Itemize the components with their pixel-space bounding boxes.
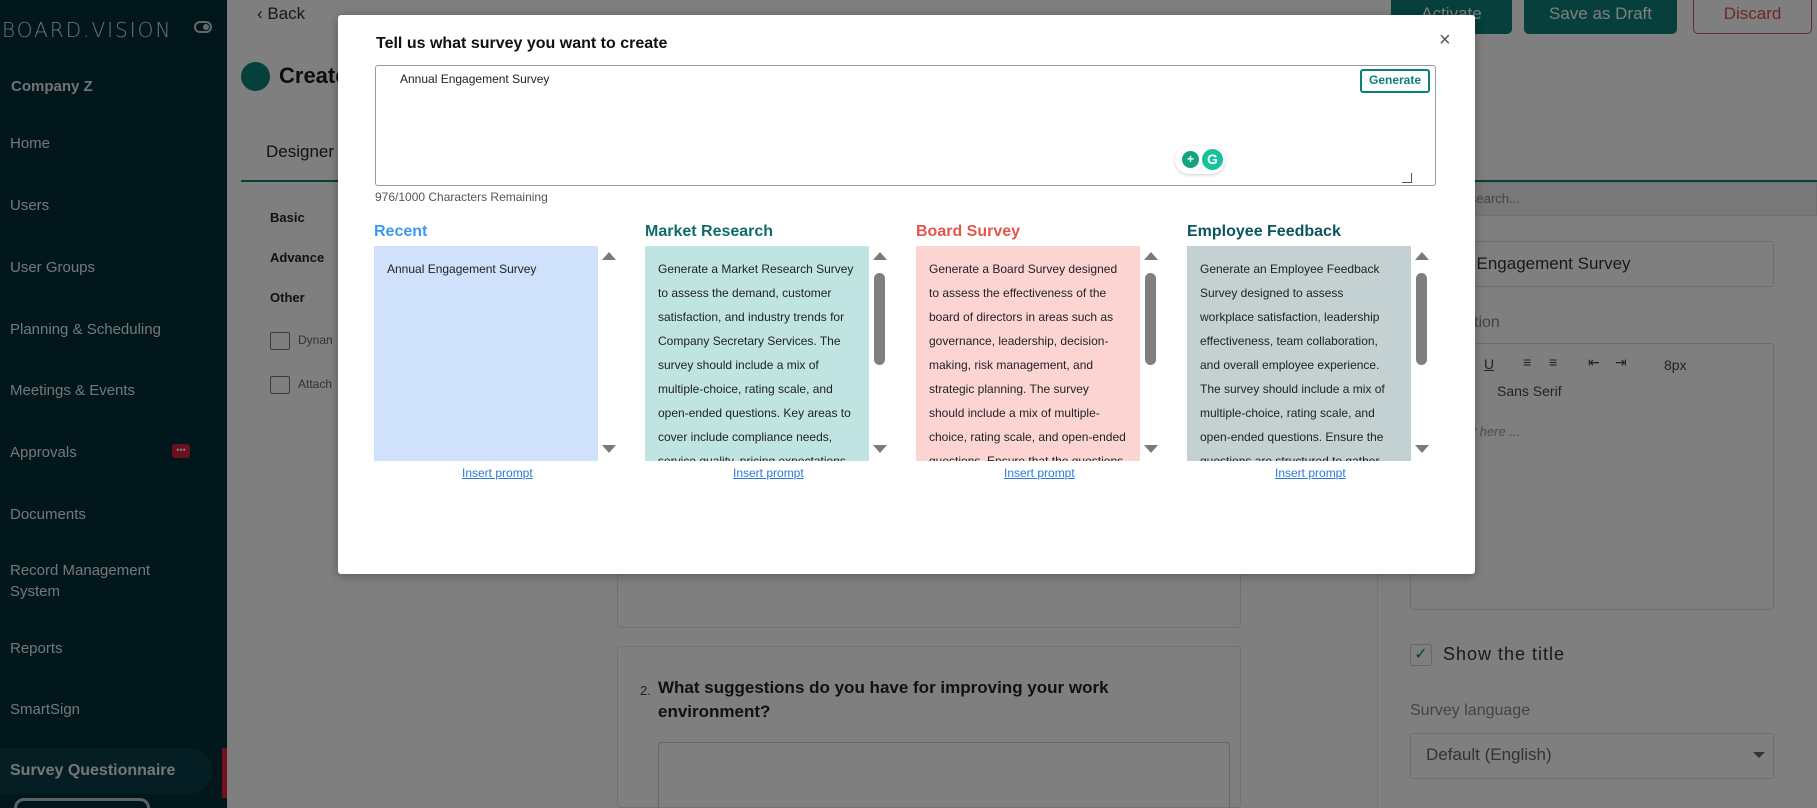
column-title-board-survey: Board Survey	[916, 223, 1021, 240]
scrollbar[interactable]	[1411, 246, 1433, 461]
scrollbar[interactable]	[1140, 246, 1162, 461]
scroll-up-icon[interactable]	[1144, 252, 1158, 260]
scroll-down-icon[interactable]	[602, 445, 616, 453]
column-title-employee-feedback: Employee Feedback	[1187, 223, 1341, 240]
scroll-down-icon[interactable]	[1415, 445, 1429, 453]
prompt-value: Annual Engagement Survey	[400, 72, 550, 86]
prompt-card-recent[interactable]: Annual Engagement Survey	[374, 246, 598, 461]
insert-prompt-link[interactable]: Insert prompt	[733, 466, 804, 480]
insert-prompt-link[interactable]: Insert prompt	[1275, 466, 1346, 480]
modal-title: Tell us what survey you want to create	[376, 35, 668, 52]
grammarly-widget[interactable]: + G	[1175, 146, 1225, 174]
resize-handle-icon[interactable]	[1402, 173, 1412, 183]
scroll-up-icon[interactable]	[1415, 252, 1429, 260]
scroll-down-icon[interactable]	[1144, 445, 1158, 453]
prompt-card-board-survey[interactable]: Generate a Board Survey designed to asse…	[916, 246, 1140, 461]
close-icon[interactable]: ×	[1439, 30, 1451, 50]
prompt-card-market-research[interactable]: Generate a Market Research Survey to ass…	[645, 246, 869, 461]
insert-prompt-link[interactable]: Insert prompt	[1004, 466, 1075, 480]
scroll-thumb[interactable]	[1145, 273, 1156, 365]
create-survey-modal: Tell us what survey you want to create ×…	[338, 15, 1475, 574]
scroll-thumb[interactable]	[1416, 273, 1427, 365]
generate-button[interactable]: Generate	[1360, 69, 1430, 93]
scrollbar[interactable]	[869, 246, 891, 461]
characters-remaining: 976/1000 Characters Remaining	[375, 190, 548, 204]
grammarly-icon[interactable]: G	[1202, 149, 1223, 170]
scroll-thumb[interactable]	[874, 273, 885, 365]
insert-prompt-link[interactable]: Insert prompt	[462, 466, 533, 480]
scroll-down-icon[interactable]	[873, 445, 887, 453]
prompt-card-employee-feedback[interactable]: Generate an Employee Feedback Survey des…	[1187, 246, 1411, 461]
column-title-recent: Recent	[374, 223, 428, 240]
scroll-up-icon[interactable]	[602, 252, 616, 260]
lightbulb-icon[interactable]: +	[1182, 151, 1199, 168]
scroll-up-icon[interactable]	[873, 252, 887, 260]
scrollbar[interactable]	[598, 246, 620, 461]
column-title-market-research: Market Research	[645, 223, 774, 240]
